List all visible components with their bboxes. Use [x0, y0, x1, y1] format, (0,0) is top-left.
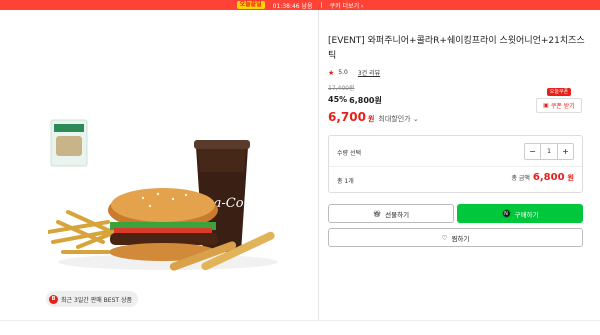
discount-percent: 45% — [328, 95, 348, 104]
bottom-divider — [0, 320, 600, 321]
total-label: 총 금액 — [511, 175, 530, 182]
quantity-value[interactable]: 1 — [540, 144, 558, 159]
coupon-badge: 오늘쿠폰 — [546, 88, 572, 96]
best-seller-tag: B 최근 3일간 판매 BEST 상품 — [46, 291, 138, 307]
coupon-icon: ▣ — [543, 102, 549, 109]
chevron-down-icon: ⌄ — [412, 115, 419, 123]
event-topbar: 오늘끝딜 01:38:46 남음 쿠키 더보기 › — [0, 0, 600, 10]
product-image-pane: Coca-Cola B 최근 3일간 판매 BEST 상품 — [18, 22, 318, 314]
max-discount-label: 최대할인가 — [378, 115, 411, 123]
deal-timer: 01:38:46 남음 — [272, 2, 313, 10]
rating-row: ★ 5.0 3건 리뷰 — [328, 68, 586, 78]
product-photo: Coca-Cola — [48, 119, 278, 271]
buy-button[interactable]: N 구매하기 — [457, 204, 583, 223]
total-price: 총 금액 6,800 원 — [511, 172, 574, 183]
quantity-divider — [329, 166, 582, 167]
more-link[interactable]: 쿠키 더보기 › — [330, 1, 364, 10]
final-price-won: 원 — [367, 115, 375, 123]
decrease-button[interactable]: − — [525, 144, 540, 159]
wish-button-label: 찜하기 — [451, 234, 470, 243]
best-icon: B — [49, 294, 58, 304]
coupon-button[interactable]: ▣ 쿠폰 받기 — [536, 98, 582, 113]
final-price: 6,700 — [328, 110, 366, 124]
panel-divider — [318, 10, 319, 320]
heart-icon: ♡ — [441, 233, 448, 242]
rating-score: 5.0 — [338, 69, 348, 76]
buy-button-label: 구매하기 — [514, 210, 539, 219]
quantity-box: 수량 선택 − 1 + 총 1개 총 금액 6,800 원 — [328, 135, 583, 193]
topbar-divider — [320, 2, 322, 8]
quantity-stepper: − 1 + — [524, 143, 574, 160]
discount-price: 6,800원 — [349, 96, 382, 105]
total-won: 원 — [567, 174, 574, 182]
max-discount-toggle[interactable]: 최대할인가 ⌄ — [378, 114, 418, 124]
review-link[interactable]: 3건 리뷰 — [358, 68, 380, 77]
product-title: [EVENT] 와퍼주니어+콜라R+쉐이킹프라이 스윗어니언+21치즈스틱 — [328, 36, 585, 61]
item-count: 총 1개 — [337, 178, 354, 185]
wish-button[interactable]: ♡ 찜하기 — [328, 228, 583, 247]
naverpay-icon: N — [501, 209, 511, 218]
deal-badge: 오늘끝딜 — [236, 1, 265, 9]
coupon-area: 오늘쿠폰 ▣ 쿠폰 받기 — [536, 88, 582, 113]
gift-button[interactable]: 🎁︎ 선물하기 — [328, 204, 454, 223]
increase-button[interactable]: + — [558, 144, 573, 159]
coupon-button-label: 쿠폰 받기 — [550, 103, 575, 110]
total-amount: 6,800 — [532, 172, 565, 183]
gift-icon: 🎁︎ — [372, 209, 382, 218]
quantity-label: 수량 선택 — [337, 150, 361, 157]
best-seller-text: 최근 3일간 판매 BEST 상품 — [61, 296, 132, 304]
star-icon: ★ — [328, 68, 335, 77]
gift-button-label: 선물하기 — [385, 210, 410, 219]
